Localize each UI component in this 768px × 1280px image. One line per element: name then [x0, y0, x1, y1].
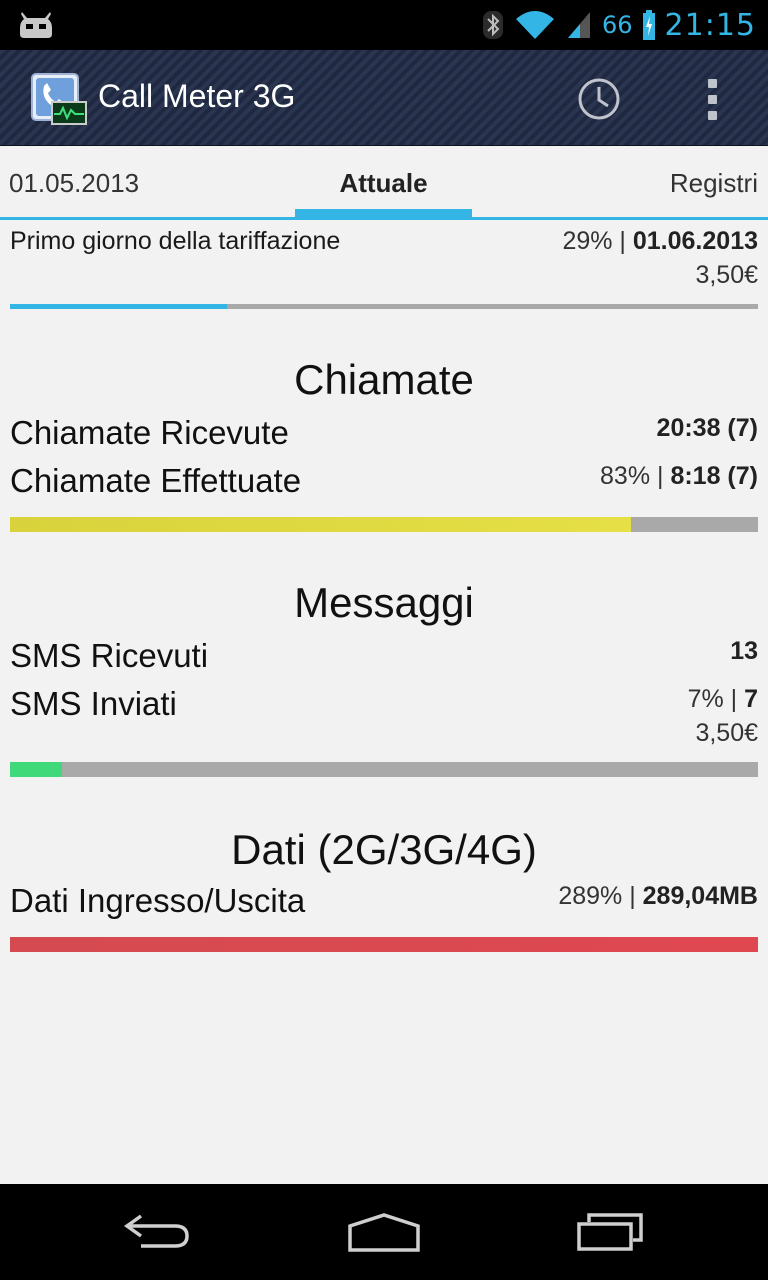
- data-label: Dati Ingresso/Uscita: [10, 882, 306, 919]
- data-progress-bar: [10, 937, 758, 952]
- calls-progress-bar: [10, 517, 758, 532]
- bluetooth-icon: [482, 11, 503, 39]
- sms-received-label: SMS Ricevuti: [10, 637, 209, 674]
- billing-percent: 29% |: [562, 227, 633, 255]
- billing-label: Primo giorno della tariffazione: [10, 227, 341, 255]
- billing-date: 01.06.2013: [632, 227, 758, 255]
- battery-charging-icon: [642, 10, 655, 40]
- sms-sent-row[interactable]: SMS Inviati 7% | 7 3,50€: [10, 685, 758, 751]
- calls-section-title: Chiamate: [294, 356, 474, 403]
- calls-made-label: Chiamate Effettuate: [10, 462, 302, 499]
- tab-indicator: [295, 209, 472, 217]
- tab-previous-period[interactable]: 01.05.2013: [9, 168, 139, 199]
- messages-progress-fill: [10, 762, 63, 777]
- sms-sent-percent: 7% |: [687, 685, 745, 713]
- sms-received-amount: 13: [730, 637, 758, 665]
- calls-made-row[interactable]: Chiamate Effettuate 83% | 8:18 (7): [10, 462, 758, 506]
- sms-sent-amount: 7: [744, 685, 758, 713]
- status-clock: 21:15: [664, 7, 756, 43]
- messages-progress-bar: [10, 762, 758, 777]
- app-title: Call Meter 3G: [98, 78, 296, 114]
- cyanogen-robot-icon: [20, 12, 52, 38]
- recent-apps-icon: [577, 1213, 643, 1251]
- battery-level: 66: [601, 11, 633, 39]
- home-button[interactable]: [334, 1206, 434, 1258]
- calls-received-amount: 20:38 (7): [656, 414, 758, 442]
- history-button[interactable]: [574, 74, 624, 124]
- calls-made-value: 83% | 8:18 (7): [600, 462, 758, 491]
- navigation-bar: [0, 1184, 768, 1280]
- billing-cost: 3,50€: [695, 261, 758, 289]
- calls-received-value: 20:38 (7): [657, 414, 758, 443]
- data-progress-fill: [10, 937, 758, 952]
- data-row[interactable]: Dati Ingresso/Uscita 289% | 289,04MB: [10, 882, 758, 926]
- billing-progress-bar: [10, 304, 758, 309]
- sms-cost: 3,50€: [695, 719, 758, 747]
- sms-received-value: 13: [730, 637, 758, 666]
- data-value: 289% | 289,04MB: [558, 882, 758, 911]
- data-section-title: Dati (2G/3G/4G): [231, 826, 537, 873]
- calls-progress-fill: [10, 517, 631, 532]
- cell-signal-icon: [567, 12, 590, 38]
- overflow-menu-icon[interactable]: [690, 72, 734, 126]
- calls-received-label: Chiamate Ricevute: [10, 414, 289, 451]
- history-clock-icon: [578, 78, 620, 120]
- back-icon: [123, 1214, 189, 1248]
- tab-logs[interactable]: Registri: [670, 168, 758, 199]
- action-bar: Call Meter 3G: [0, 50, 768, 146]
- tab-strip: 01.05.2013 Attuale Registri: [0, 146, 768, 220]
- status-bar: 66 21:15: [0, 0, 768, 50]
- sms-sent-label: SMS Inviati: [10, 685, 177, 722]
- sms-received-row[interactable]: SMS Ricevuti 13: [10, 637, 758, 681]
- messages-section-title: Messaggi: [294, 579, 474, 626]
- calls-received-row[interactable]: Chiamate Ricevute 20:38 (7): [10, 414, 758, 458]
- back-button[interactable]: [108, 1206, 208, 1258]
- calls-made-amount: 8:18 (7): [670, 462, 758, 490]
- app-phone-icon[interactable]: [30, 72, 88, 128]
- billing-progress-fill: [10, 304, 227, 309]
- calls-made-percent: 83% |: [600, 462, 671, 490]
- wifi-icon: [515, 11, 554, 39]
- home-icon: [348, 1213, 420, 1252]
- recent-apps-button[interactable]: [560, 1206, 660, 1258]
- billing-row[interactable]: Primo giorno della tariffazione 29% | 01…: [10, 227, 758, 297]
- data-amount: 289,04MB: [642, 882, 758, 910]
- tab-current[interactable]: Attuale: [295, 168, 472, 199]
- sms-sent-value: 7% | 7: [688, 685, 758, 714]
- billing-value: 29% | 01.06.2013: [562, 227, 758, 256]
- data-percent: 289% |: [558, 882, 643, 910]
